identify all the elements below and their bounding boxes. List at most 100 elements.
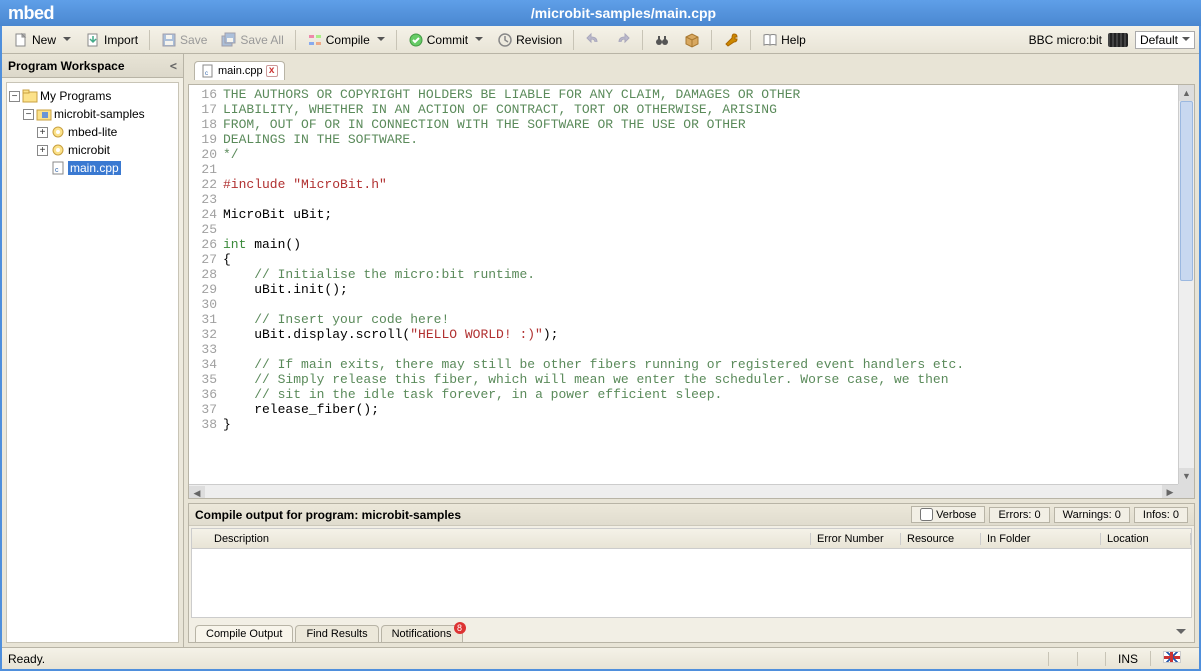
undo-icon bbox=[585, 32, 601, 48]
tab-maincpp[interactable]: c main.cpp x bbox=[194, 61, 285, 80]
close-tab-button[interactable]: x bbox=[266, 65, 278, 77]
cpp-file-icon: c bbox=[201, 64, 215, 78]
saveall-button[interactable]: Save All bbox=[215, 30, 289, 50]
tree-toggle-icon[interactable]: + bbox=[37, 127, 48, 138]
col-errnum[interactable]: Error Number bbox=[811, 533, 901, 545]
output-panel: Compile output for program: microbit-sam… bbox=[188, 503, 1195, 643]
sidebar-title: Program Workspace bbox=[8, 59, 125, 73]
scroll-corner bbox=[1178, 484, 1194, 498]
package-button[interactable] bbox=[678, 30, 706, 50]
separator bbox=[750, 30, 751, 50]
tree-toggle-icon[interactable]: − bbox=[9, 91, 20, 102]
tree-toggle-icon[interactable]: − bbox=[23, 109, 34, 120]
device-label: BBC micro:bit bbox=[1029, 33, 1102, 47]
uk-flag-icon bbox=[1163, 651, 1181, 663]
output-program: microbit-samples bbox=[362, 508, 461, 522]
separator bbox=[573, 30, 574, 50]
output-table: Description Error Number Resource In Fol… bbox=[191, 528, 1192, 618]
tab-notifications[interactable]: Notifications 8 bbox=[381, 625, 463, 642]
new-file-icon bbox=[13, 32, 29, 48]
output-tabs: Compile Output Find Results Notification… bbox=[189, 620, 1194, 642]
col-folder[interactable]: In Folder bbox=[981, 533, 1101, 545]
new-label: New bbox=[32, 33, 56, 47]
expand-output-button[interactable] bbox=[1176, 628, 1194, 642]
saveall-label: Save All bbox=[240, 33, 283, 47]
separator bbox=[149, 30, 150, 50]
chip-icon bbox=[1108, 33, 1128, 47]
separator bbox=[642, 30, 643, 50]
compile-button[interactable]: Compile bbox=[301, 30, 391, 50]
profile-label: Default bbox=[1140, 33, 1178, 47]
tree-item-label: main.cpp bbox=[68, 161, 121, 175]
verbose-checkbox[interactable]: Verbose bbox=[911, 506, 985, 523]
tree-root-label: My Programs bbox=[40, 89, 111, 103]
commit-label: Commit bbox=[427, 33, 468, 47]
tree-project[interactable]: − microbit-samples bbox=[9, 105, 176, 123]
tools-button[interactable] bbox=[717, 30, 745, 50]
status-ins: INS bbox=[1105, 652, 1150, 666]
tab-find-results[interactable]: Find Results bbox=[295, 625, 378, 642]
redo-button[interactable] bbox=[609, 30, 637, 50]
collapse-sidebar-button[interactable]: < bbox=[170, 59, 177, 73]
col-location[interactable]: Location bbox=[1101, 533, 1191, 545]
status-text: Ready. bbox=[8, 652, 45, 666]
titlebar: mbed /microbit-samples/main.cpp bbox=[0, 0, 1201, 26]
revision-button[interactable]: Revision bbox=[491, 30, 568, 50]
box-icon bbox=[684, 32, 700, 48]
commit-button[interactable]: Commit bbox=[402, 30, 489, 50]
help-label: Help bbox=[781, 33, 806, 47]
code-content[interactable]: 16THE AUTHORS OR COPYRIGHT HOLDERS BE LI… bbox=[189, 85, 1194, 484]
tree-item-mbedlite[interactable]: + mbed-lite bbox=[9, 123, 176, 141]
import-button[interactable]: Import bbox=[79, 30, 144, 50]
device-selector[interactable]: BBC micro:bit bbox=[1023, 31, 1134, 49]
editor-tabbar: c main.cpp x bbox=[188, 58, 1195, 80]
tree-root[interactable]: − My Programs bbox=[9, 87, 176, 105]
horizontal-scrollbar[interactable]: ◀▶ bbox=[189, 484, 1178, 498]
programs-icon bbox=[22, 88, 38, 104]
output-title-prefix: Compile output for program: bbox=[195, 508, 362, 522]
window-title: /microbit-samples/main.cpp bbox=[54, 5, 1193, 21]
cpp-file-icon: c bbox=[50, 160, 66, 176]
status-lang[interactable] bbox=[1150, 651, 1193, 666]
vertical-scrollbar[interactable]: ▲▼ bbox=[1178, 85, 1194, 484]
gear-folder-icon bbox=[50, 142, 66, 158]
status-empty1 bbox=[1048, 652, 1076, 666]
profile-selector[interactable]: Default bbox=[1135, 31, 1195, 49]
statusbar: Ready. INS bbox=[2, 647, 1199, 669]
import-icon bbox=[85, 32, 101, 48]
binoculars-icon bbox=[654, 32, 670, 48]
compile-icon bbox=[307, 32, 323, 48]
infos-button[interactable]: Infos: 0 bbox=[1134, 507, 1188, 523]
toolbar: New Import Save Save All Compile Commit … bbox=[2, 26, 1199, 54]
project-icon bbox=[36, 106, 52, 122]
warnings-button[interactable]: Warnings: 0 bbox=[1054, 507, 1130, 523]
errors-button[interactable]: Errors: 0 bbox=[989, 507, 1049, 523]
undo-button[interactable] bbox=[579, 30, 607, 50]
new-button[interactable]: New bbox=[7, 30, 77, 50]
wrench-icon bbox=[723, 32, 739, 48]
revision-icon bbox=[497, 32, 513, 48]
logo: mbed bbox=[8, 3, 54, 24]
save-label: Save bbox=[180, 33, 207, 47]
tree-item-maincpp[interactable]: c main.cpp bbox=[9, 159, 176, 177]
separator bbox=[396, 30, 397, 50]
svg-text:c: c bbox=[55, 167, 59, 174]
gear-folder-icon bbox=[50, 124, 66, 140]
tree-item-microbit[interactable]: + microbit bbox=[9, 141, 176, 159]
col-resource[interactable]: Resource bbox=[901, 533, 981, 545]
svg-text:c: c bbox=[205, 71, 208, 77]
tree-toggle-icon[interactable]: + bbox=[37, 145, 48, 156]
find-button[interactable] bbox=[648, 30, 676, 50]
tab-compile-output[interactable]: Compile Output bbox=[195, 625, 293, 642]
help-button[interactable]: Help bbox=[756, 30, 812, 50]
sidebar-header: Program Workspace < bbox=[2, 54, 183, 78]
col-description[interactable]: Description bbox=[208, 533, 811, 545]
saveall-icon bbox=[221, 32, 237, 48]
project-tree: − My Programs − microbit-samples + mbed-… bbox=[6, 82, 179, 643]
save-button[interactable]: Save bbox=[155, 30, 213, 50]
save-icon bbox=[161, 32, 177, 48]
separator bbox=[295, 30, 296, 50]
code-editor[interactable]: 16THE AUTHORS OR COPYRIGHT HOLDERS BE LI… bbox=[188, 84, 1195, 499]
book-icon bbox=[762, 32, 778, 48]
output-header: Compile output for program: microbit-sam… bbox=[189, 504, 1194, 526]
